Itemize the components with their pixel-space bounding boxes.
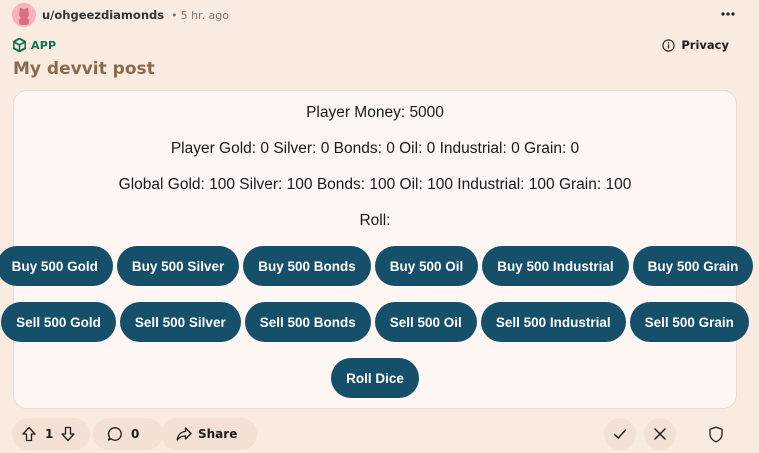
downvote-icon — [61, 426, 76, 442]
sell-bonds-button[interactable]: Sell 500 Bonds — [244, 302, 371, 342]
roll-text: Roll: — [359, 212, 391, 229]
player-holdings-text: Player Gold: 0 Silver: 0 Bonds: 0 Oil: 0… — [170, 140, 580, 157]
buy-gold-button[interactable]: Buy 500 Gold — [0, 246, 113, 286]
downvote-button[interactable] — [59, 425, 77, 443]
upvote-button[interactable] — [20, 425, 38, 443]
remove-icon — [654, 428, 666, 440]
buy-bonds-button[interactable]: Buy 500 Bonds — [243, 246, 371, 286]
buy-grain-button[interactable]: Buy 500 Grain — [632, 246, 754, 286]
post-header: u/ohgeezdiamonds • 5 hr. ago — [12, 3, 229, 27]
buy-industrial-button[interactable]: Buy 500 Industrial — [482, 246, 629, 286]
buy-buttons-row: Buy 500 Gold Buy 500 Silver Buy 500 Bond… — [0, 246, 754, 286]
share-icon — [176, 427, 192, 441]
mod-shield-button[interactable] — [700, 418, 732, 450]
buy-silver-button[interactable]: Buy 500 Silver — [116, 246, 240, 286]
more-options-button[interactable] — [717, 6, 739, 22]
sell-silver-button[interactable]: Sell 500 Silver — [119, 302, 241, 342]
more-icon — [721, 12, 735, 16]
shield-icon — [709, 426, 723, 442]
approve-button[interactable] — [604, 418, 636, 450]
vote-pill: 1 — [12, 418, 90, 450]
privacy-button[interactable]: Privacy — [662, 38, 729, 52]
sell-gold-button[interactable]: Sell 500 Gold — [1, 302, 116, 342]
app-label: APP — [31, 38, 57, 52]
comment-count: 0 — [131, 427, 140, 441]
share-button[interactable]: Share — [161, 418, 257, 450]
roll-dice-button[interactable]: Roll Dice — [331, 358, 419, 398]
share-label: Share — [198, 427, 238, 441]
post-timestamp: 5 hr. ago — [180, 8, 230, 22]
post-action-bar: 1 0 Share — [12, 418, 745, 450]
app-container: Player Money: 5000 Player Gold: 0 Silver… — [0, 90, 754, 409]
sell-oil-button[interactable]: Sell 500 Oil — [374, 302, 477, 342]
info-icon — [662, 38, 676, 52]
remove-button[interactable] — [644, 418, 676, 450]
avatar-icon — [12, 3, 36, 27]
comments-button[interactable]: 0 — [93, 418, 163, 450]
sell-grain-button[interactable]: Sell 500 Grain — [629, 302, 749, 342]
privacy-label: Privacy — [681, 38, 729, 52]
sell-buttons-row: Sell 500 Gold Sell 500 Silver Sell 500 B… — [1, 302, 749, 342]
upvote-icon — [22, 426, 36, 442]
buy-oil-button[interactable]: Buy 500 Oil — [374, 246, 479, 286]
global-holdings-text: Global Gold: 100 Silver: 100 Bonds: 100 … — [118, 176, 632, 193]
post-title[interactable]: My devvit post — [13, 59, 155, 79]
sell-industrial-button[interactable]: Sell 500 Industrial — [480, 302, 626, 342]
comment-icon — [107, 427, 122, 441]
app-badge: APP — [13, 38, 56, 52]
roll-row: Roll Dice — [14, 358, 736, 398]
avatar[interactable] — [12, 3, 36, 27]
separator-dot: • — [171, 8, 178, 22]
vote-count: 1 — [45, 427, 54, 441]
app-icon — [13, 38, 26, 52]
approve-icon — [613, 429, 627, 439]
player-money-text: Player Money: 5000 — [306, 104, 444, 121]
post-author-link[interactable]: u/ohgeezdiamonds — [42, 8, 164, 22]
